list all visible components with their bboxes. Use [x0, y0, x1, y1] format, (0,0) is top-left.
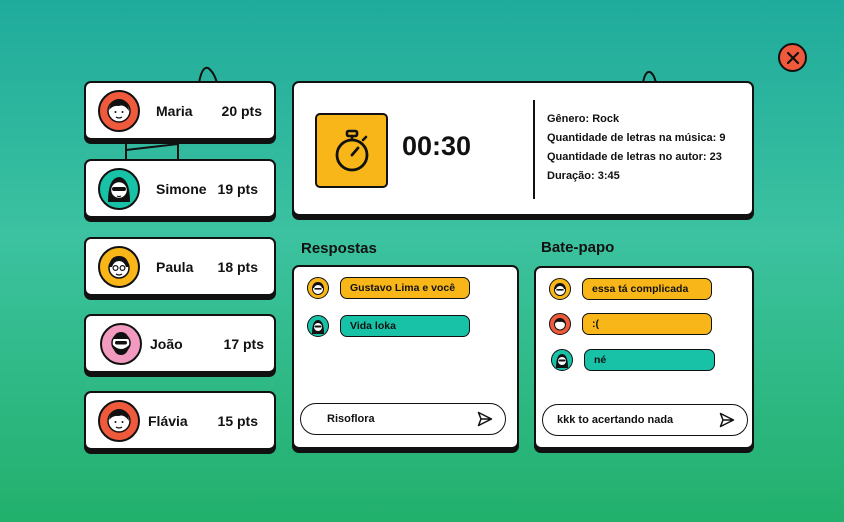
man-beard-avatar-icon	[100, 322, 142, 365]
player-name: Simone	[156, 180, 207, 197]
answer-bubble: Gustavo Lima e você	[340, 277, 470, 299]
user-avatar-icon	[549, 313, 571, 335]
answer-input[interactable]: Risoflora	[300, 403, 506, 435]
player-name: Maria	[156, 102, 193, 119]
woman-avatar-icon	[98, 89, 140, 132]
player-name: Paula	[156, 258, 194, 275]
chat-input[interactable]: kkk to acertando nada	[542, 404, 748, 436]
chat-message: né	[551, 349, 715, 371]
divider	[533, 100, 535, 199]
user-avatar-icon	[307, 315, 329, 337]
stopwatch-icon	[335, 129, 368, 171]
player-card: Simone 19 pts	[84, 159, 276, 218]
user-avatar-icon	[549, 278, 571, 300]
chat-message: :(	[549, 313, 712, 335]
send-icon[interactable]	[477, 411, 493, 427]
round-info-card: 00:30 Gênero: Rock Quantidade de letras …	[292, 81, 754, 216]
player-name: João	[150, 335, 183, 352]
send-icon[interactable]	[719, 412, 735, 428]
player-card: Flávia 15 pts	[84, 391, 276, 450]
info-song-letters: Quantidade de letras na música: 9	[547, 132, 726, 144]
info-genre: Gênero: Rock	[547, 113, 620, 125]
close-icon	[786, 51, 799, 64]
chat-input-value: kkk to acertando nada	[557, 414, 674, 426]
info-author-letters: Quantidade de letras no autor: 23	[547, 151, 722, 163]
info-duration: Duração: 3:45	[547, 170, 620, 182]
player-points: 19 pts	[217, 181, 258, 197]
chat-bubble: né	[584, 349, 715, 371]
woman-glasses-avatar-icon	[98, 245, 140, 288]
answer-input-value: Risoflora	[327, 413, 375, 425]
player-points: 18 pts	[217, 259, 258, 275]
answers-panel: Gustavo Lima e você Vida loka Risoflora	[292, 265, 519, 449]
chat-title: Bate-papo	[541, 239, 615, 256]
woman-sunglasses-avatar-icon	[98, 167, 140, 210]
timer-value: 00:30	[402, 131, 472, 161]
answer-message: Vida loka	[307, 315, 470, 337]
player-points: 15 pts	[217, 413, 258, 429]
woman-avatar-icon	[98, 399, 140, 442]
chat-bubble: essa tá complicada	[582, 278, 712, 300]
player-points: 20 pts	[221, 103, 262, 119]
player-card: Paula 18 pts	[84, 237, 276, 296]
chat-bubble: :(	[582, 313, 712, 335]
chat-panel: essa tá complicada :( né kkk to acertand…	[534, 266, 754, 449]
player-card: João 17 pts	[84, 314, 276, 373]
player-card: Maria 20 pts	[84, 81, 276, 140]
player-points: 17 pts	[223, 336, 264, 352]
user-avatar-icon	[307, 277, 329, 299]
player-name: Flávia	[148, 412, 188, 429]
answers-title: Respostas	[301, 240, 377, 257]
timer-box	[315, 113, 388, 188]
answer-bubble: Vida loka	[340, 315, 470, 337]
close-button[interactable]	[778, 43, 807, 72]
user-avatar-icon	[551, 349, 573, 371]
answer-message: Gustavo Lima e você	[307, 277, 470, 299]
chat-message: essa tá complicada	[549, 278, 712, 300]
